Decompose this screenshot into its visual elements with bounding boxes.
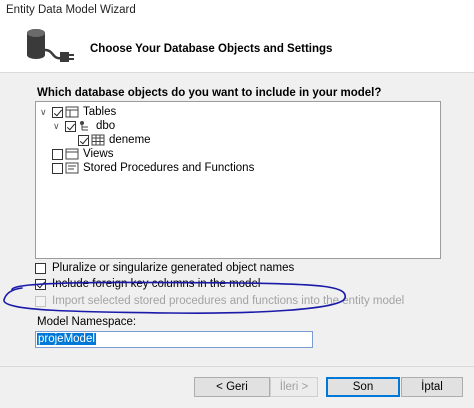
foreign-keys-checkbox[interactable] [35,278,46,290]
database-connection-icon [27,29,74,62]
pluralize-label: Pluralize or singularize generated objec… [52,262,295,274]
namespace-label: Model Namespace: [37,316,137,328]
page-title: Choose Your Database Objects and Setting… [90,43,333,55]
tree-node-deneme[interactable]: deneme [78,133,151,147]
window-title: Entity Data Model Wizard [0,0,474,22]
import-procs-option: Import selected stored procedures and fu… [35,295,404,307]
import-procs-checkbox [35,295,46,307]
dbo-checkbox[interactable] [65,120,76,132]
procedures-label: Stored Procedures and Functions [83,162,255,174]
database-objects-tree[interactable]: ∨ Tables ∨ dbo deneme Views Stored Proce… [35,101,441,259]
procedures-icon [65,162,79,174]
views-label: Views [83,148,114,160]
wizard-header: Choose Your Database Objects and Setting… [0,22,474,72]
tables-folder-icon [65,106,79,118]
namespace-input[interactable]: projeModel [35,331,313,348]
collapse-icon[interactable]: ∨ [40,107,49,117]
views-icon [65,148,79,160]
tree-node-views[interactable]: Views [52,147,113,161]
views-checkbox[interactable] [52,148,63,160]
dbo-label: dbo [96,120,116,132]
procedures-checkbox[interactable] [52,162,63,174]
foreign-keys-label: Include foreign key columns in the model [52,278,261,290]
finish-button[interactable]: Son [326,377,400,397]
namespace-value: projeModel [37,333,96,345]
objects-question-label: Which database objects do you want to in… [37,87,382,99]
collapse-icon[interactable]: ∨ [53,121,62,131]
table-icon [91,134,105,146]
button-separator [0,366,474,367]
next-button: İleri > [270,377,318,397]
tree-node-procedures[interactable]: Stored Procedures and Functions [52,161,254,175]
back-button[interactable]: < Geri [194,377,270,397]
foreign-keys-option[interactable]: Include foreign key columns in the model [35,278,260,290]
tables-checkbox[interactable] [52,106,63,118]
tree-node-tables[interactable]: ∨ Tables [40,105,116,119]
tree-node-dbo[interactable]: ∨ dbo [53,119,115,133]
schema-icon [80,121,88,131]
cancel-button[interactable]: İptal [401,377,463,397]
deneme-checkbox[interactable] [78,134,89,146]
tables-label: Tables [83,106,117,118]
pluralize-checkbox[interactable] [35,262,46,274]
deneme-label: deneme [109,134,151,146]
wizard-content: Which database objects do you want to in… [0,72,474,408]
import-procs-label: Import selected stored procedures and fu… [52,295,405,307]
pluralize-option[interactable]: Pluralize or singularize generated objec… [35,262,294,274]
